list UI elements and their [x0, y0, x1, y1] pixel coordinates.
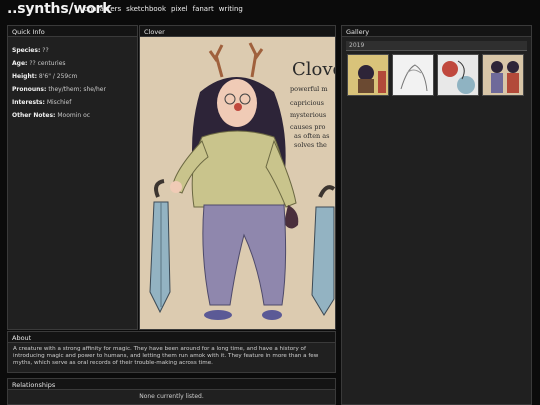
nav-characters[interactable]: characters [84, 5, 121, 13]
svg-text:as often as: as often as [294, 132, 330, 140]
info-pronouns: Pronouns: they/them; she/her [12, 86, 106, 93]
svg-text:causes pro: causes pro [290, 123, 326, 131]
nav-sketchbook[interactable]: sketchbook [126, 5, 166, 13]
nav-pixel[interactable]: pixel [171, 5, 188, 13]
info-species: Species: ?? [12, 47, 49, 54]
gallery-thumbnail[interactable] [347, 54, 389, 96]
sheet-name: Clove [292, 59, 335, 80]
gallery-thumbnail[interactable] [392, 54, 434, 96]
info-other-notes: Other Notes: Moomin oc [12, 112, 91, 119]
svg-text:powerful m: powerful m [290, 85, 328, 93]
info-age: Age: ?? centuries [12, 60, 66, 67]
top-bar: ..synths/work characters sketchbook pixe… [0, 0, 540, 22]
svg-text:solves the: solves the [294, 141, 327, 149]
character-illustration[interactable]: Clove powerful m capricious mysterious c… [140, 37, 335, 329]
relationships-title: Relationships [8, 379, 335, 390]
gallery-thumbnail[interactable] [482, 54, 524, 96]
quick-info-title: Quick Info [8, 26, 137, 37]
gallery-year-header: 2019 [346, 41, 527, 51]
quick-info-panel: Quick Info Species: ?? Age: ?? centuries… [7, 25, 138, 330]
face [217, 79, 257, 127]
about-text: A creature with a strong affinity for ma… [13, 346, 319, 366]
nav-fanart[interactable]: fanart [193, 5, 214, 13]
character-art-panel: Clover Clov powerful m capricious myster… [139, 25, 336, 330]
nav-writing[interactable]: writing [219, 5, 243, 13]
main-nav: characters sketchbook pixel fanart writi… [84, 5, 243, 13]
gallery-thumbnail[interactable] [437, 54, 479, 96]
relationships-empty-text: None currently listed. [139, 393, 204, 400]
gallery-title: Gallery [342, 26, 531, 37]
about-panel: About A creature with a strong affinity … [7, 331, 336, 373]
about-title: About [8, 332, 335, 343]
svg-text:mysterious: mysterious [290, 111, 326, 119]
info-interests: Interests: Mischief [12, 99, 72, 106]
gallery-panel: Gallery 2019 [341, 25, 532, 405]
svg-text:capricious: capricious [290, 99, 324, 107]
gallery-thumbnails [342, 51, 531, 99]
character-art-title: Clover [140, 26, 335, 37]
relationships-panel: Relationships None currently listed. [7, 378, 336, 405]
info-height: Height: 8'6" / 259cm [12, 73, 78, 80]
